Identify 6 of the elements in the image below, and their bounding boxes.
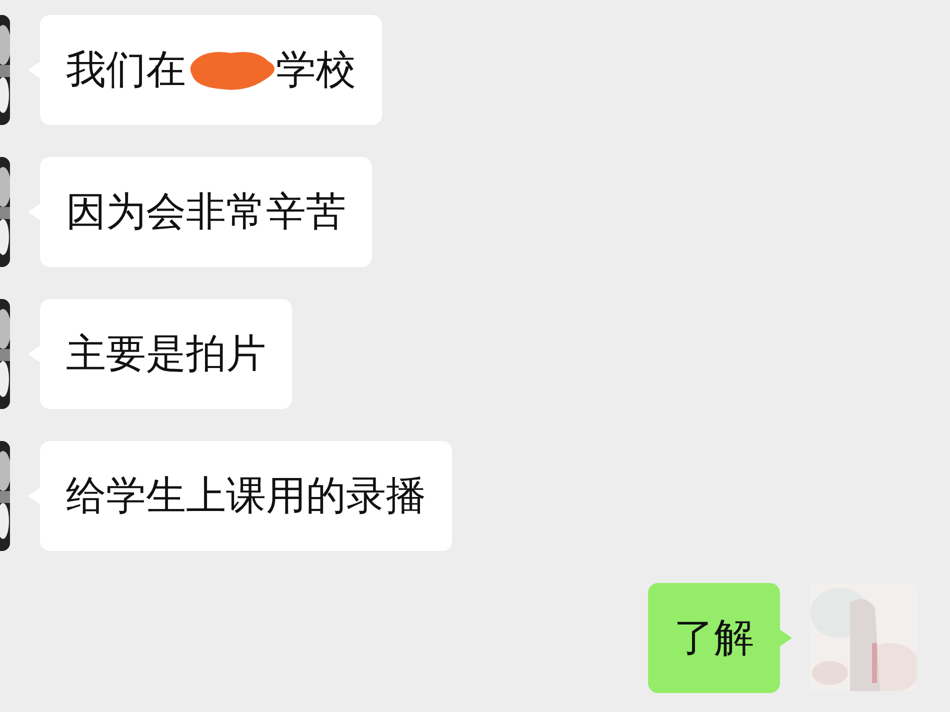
- message-text: 因为会非常辛苦: [66, 188, 346, 237]
- message-text: 了解: [674, 614, 754, 663]
- message-text: 给学生上课用的录播: [66, 472, 426, 521]
- message-text: 主要是拍片: [66, 330, 266, 379]
- message-text: 学校: [276, 46, 356, 95]
- message-text: 我们在: [66, 46, 186, 95]
